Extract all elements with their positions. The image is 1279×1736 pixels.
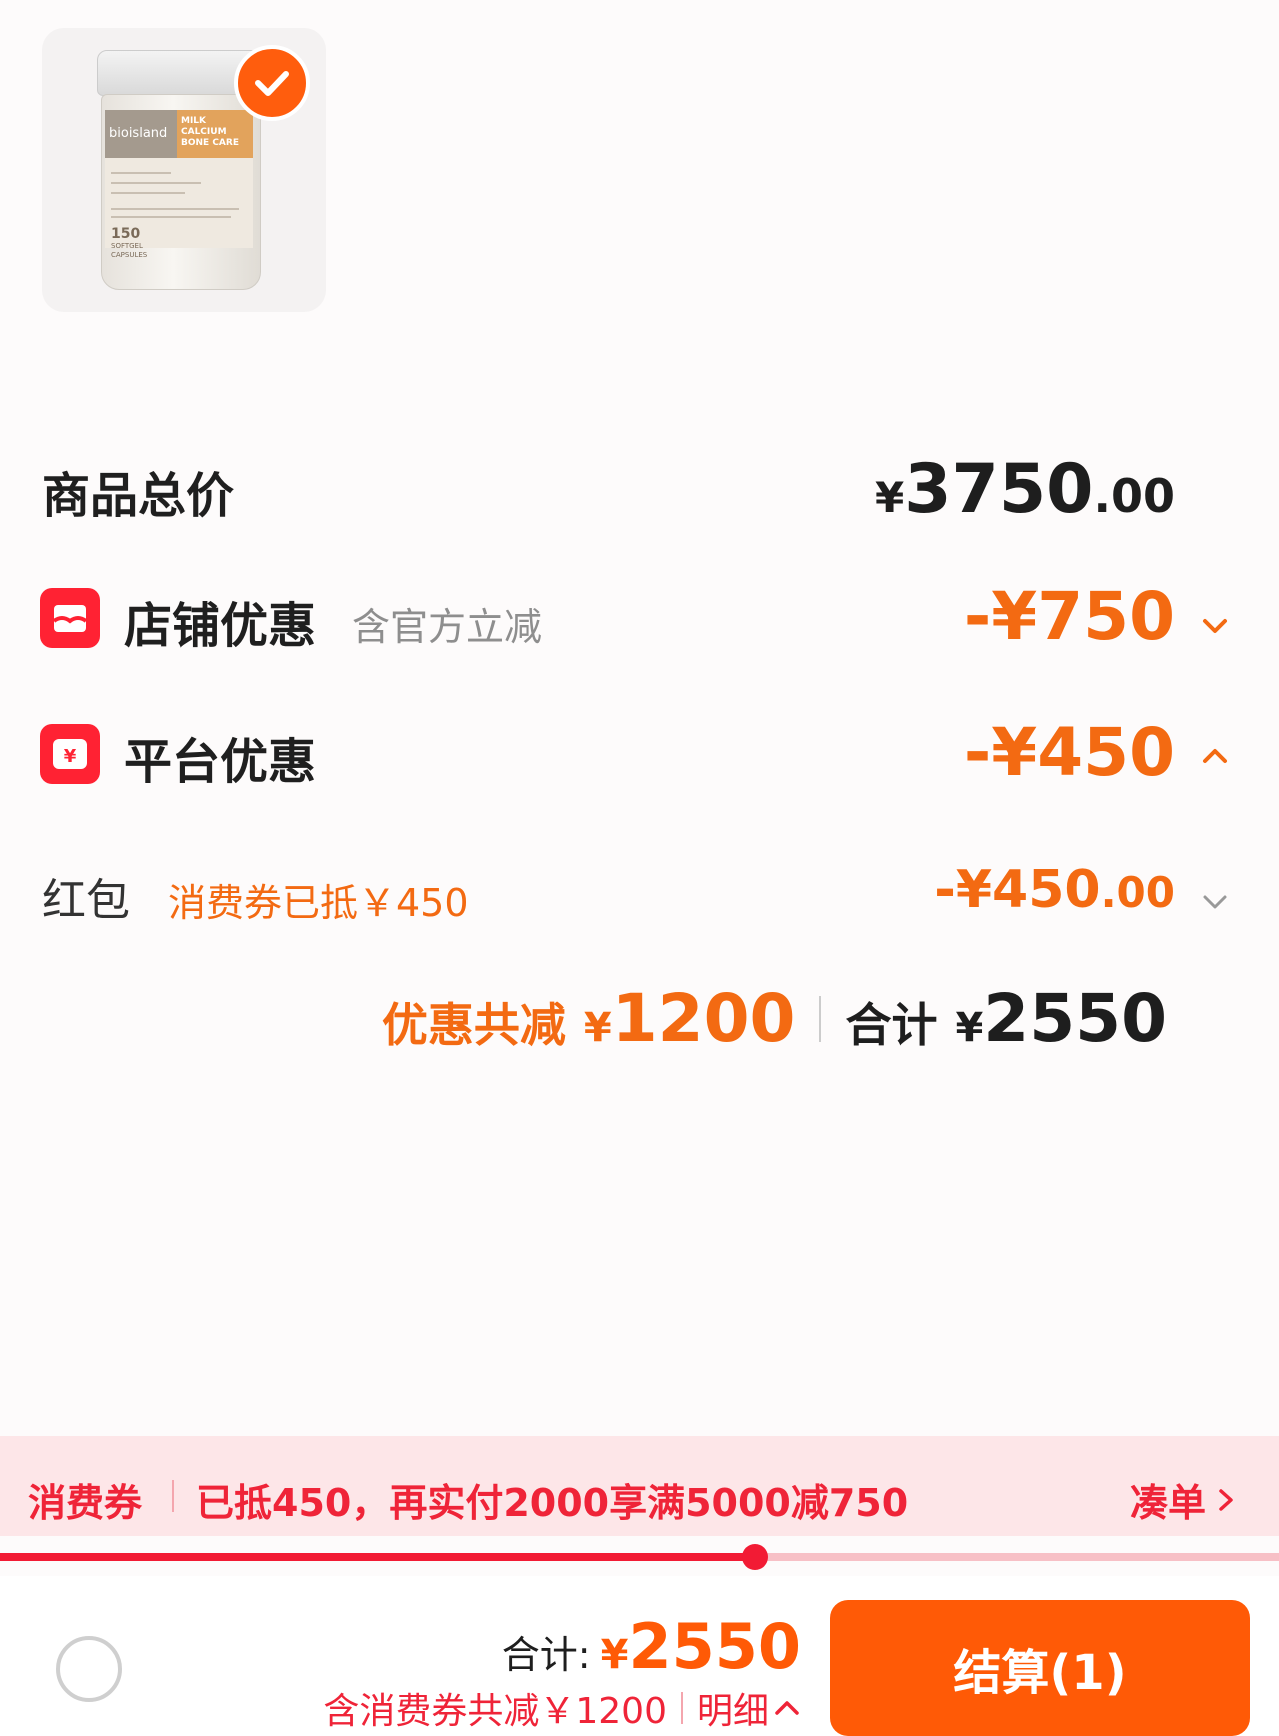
chevron-down-icon[interactable] — [1201, 616, 1229, 636]
divider — [680, 1692, 683, 1724]
bottom-discount-note: 含消费券共减￥1200 — [323, 1691, 667, 1732]
add-items-label: 凑单 — [1130, 1481, 1207, 1525]
shop-discount-label: 店铺优惠 — [124, 598, 317, 654]
product-count-unit: SOFTGEL CAPSULES — [111, 242, 148, 259]
checkout-button[interactable]: 结算(1) — [830, 1600, 1250, 1736]
chevron-right-icon — [1219, 1488, 1233, 1511]
discount-total-label: 优惠共减 — [381, 998, 566, 1052]
total-price-value: ¥3750.00 — [875, 450, 1175, 529]
product-brand: bioisland — [109, 126, 168, 141]
bottom-total-value: 2550 — [628, 1610, 801, 1683]
redpacket-label: 红包 — [42, 875, 130, 926]
shop-discount-note: 含官方立减 — [352, 605, 543, 649]
chevron-up-icon — [775, 1701, 799, 1715]
coupon-title: 消费券 — [28, 1481, 143, 1525]
redpacket-amount: -¥450.00 — [934, 860, 1175, 920]
coupon-status-text: 已抵450，再实付2000享满5000减750 — [196, 1481, 909, 1525]
divider — [819, 995, 822, 1042]
subtotal-value: 2550 — [983, 980, 1167, 1057]
svg-text:¥: ¥ — [64, 746, 77, 767]
product-name: MILK CALCIUM BONE CARE — [181, 116, 239, 148]
shop-discount-amount: -¥750 — [963, 578, 1175, 655]
select-all-radio[interactable] — [56, 1636, 122, 1702]
check-icon — [255, 71, 289, 96]
yuan-coupon-icon: ¥ — [40, 724, 100, 784]
add-items-button[interactable]: 凑单 — [1130, 1472, 1236, 1527]
detail-link[interactable]: 明细 — [697, 1682, 769, 1734]
chevron-up-icon[interactable] — [1201, 746, 1229, 766]
store-icon — [40, 588, 100, 648]
discount-summary: 优惠共减 ¥ 1200 合计 ¥ 2550 — [381, 980, 1167, 1057]
divider — [172, 1480, 174, 1512]
chevron-down-icon[interactable] — [1201, 892, 1229, 912]
total-price-label: 商品总价 — [42, 468, 235, 524]
platform-discount-amount: -¥450 — [963, 714, 1175, 791]
subtotal-label: 合计 — [845, 998, 938, 1052]
product-count: 150 — [111, 226, 141, 242]
coupon-progress-fill — [0, 1553, 755, 1561]
bottom-total: 合计: ¥ 2550 — [501, 1610, 801, 1683]
redpacket-note: 消费券已抵￥450 — [168, 881, 469, 925]
bottom-total-label: 合计: — [501, 1633, 591, 1677]
coupon-progress-marker — [741, 1544, 768, 1570]
item-select-checkbox[interactable] — [234, 45, 310, 121]
discount-total-value: 1200 — [611, 980, 796, 1057]
platform-discount-label: 平台优惠 — [124, 734, 317, 790]
bottom-discount-note-row[interactable]: 含消费券共减￥1200 明细 — [323, 1682, 801, 1734]
coupon-progress-track — [0, 1544, 1279, 1570]
